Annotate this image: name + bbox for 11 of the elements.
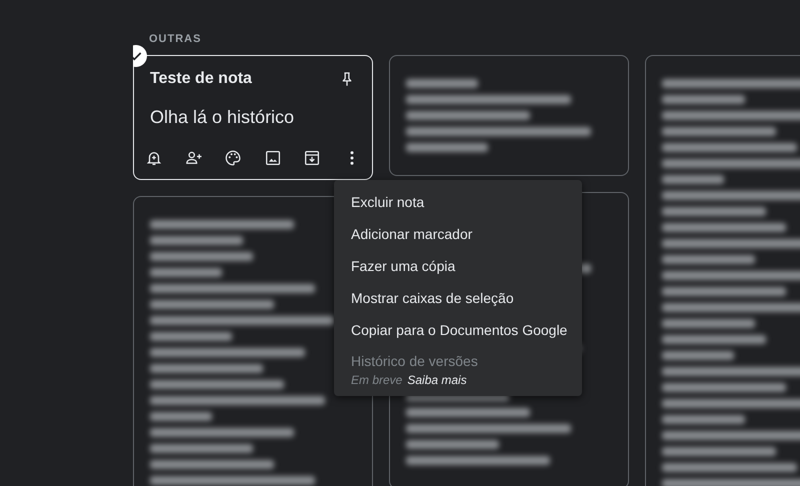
menu-item[interactable]: Adicionar marcador: [334, 218, 582, 250]
note-body: Olha lá o histórico: [149, 106, 296, 129]
menu-item-label: Histórico de versões: [351, 352, 479, 371]
note-title: Teste de nota: [150, 69, 252, 89]
menu-item[interactable]: Fazer uma cópia: [334, 250, 582, 282]
section-label: OUTRAS: [149, 33, 202, 45]
note-card[interactable]: Teste de nota Olha lá o histórico: [133, 55, 373, 180]
coming-soon-note: Em breve: [351, 372, 402, 388]
menu-item[interactable]: Copiar para o Documentos Google: [334, 314, 582, 346]
menu-item[interactable]: Excluir nota: [334, 186, 582, 218]
menu-item[interactable]: Mostrar caixas de seleção: [334, 282, 582, 314]
